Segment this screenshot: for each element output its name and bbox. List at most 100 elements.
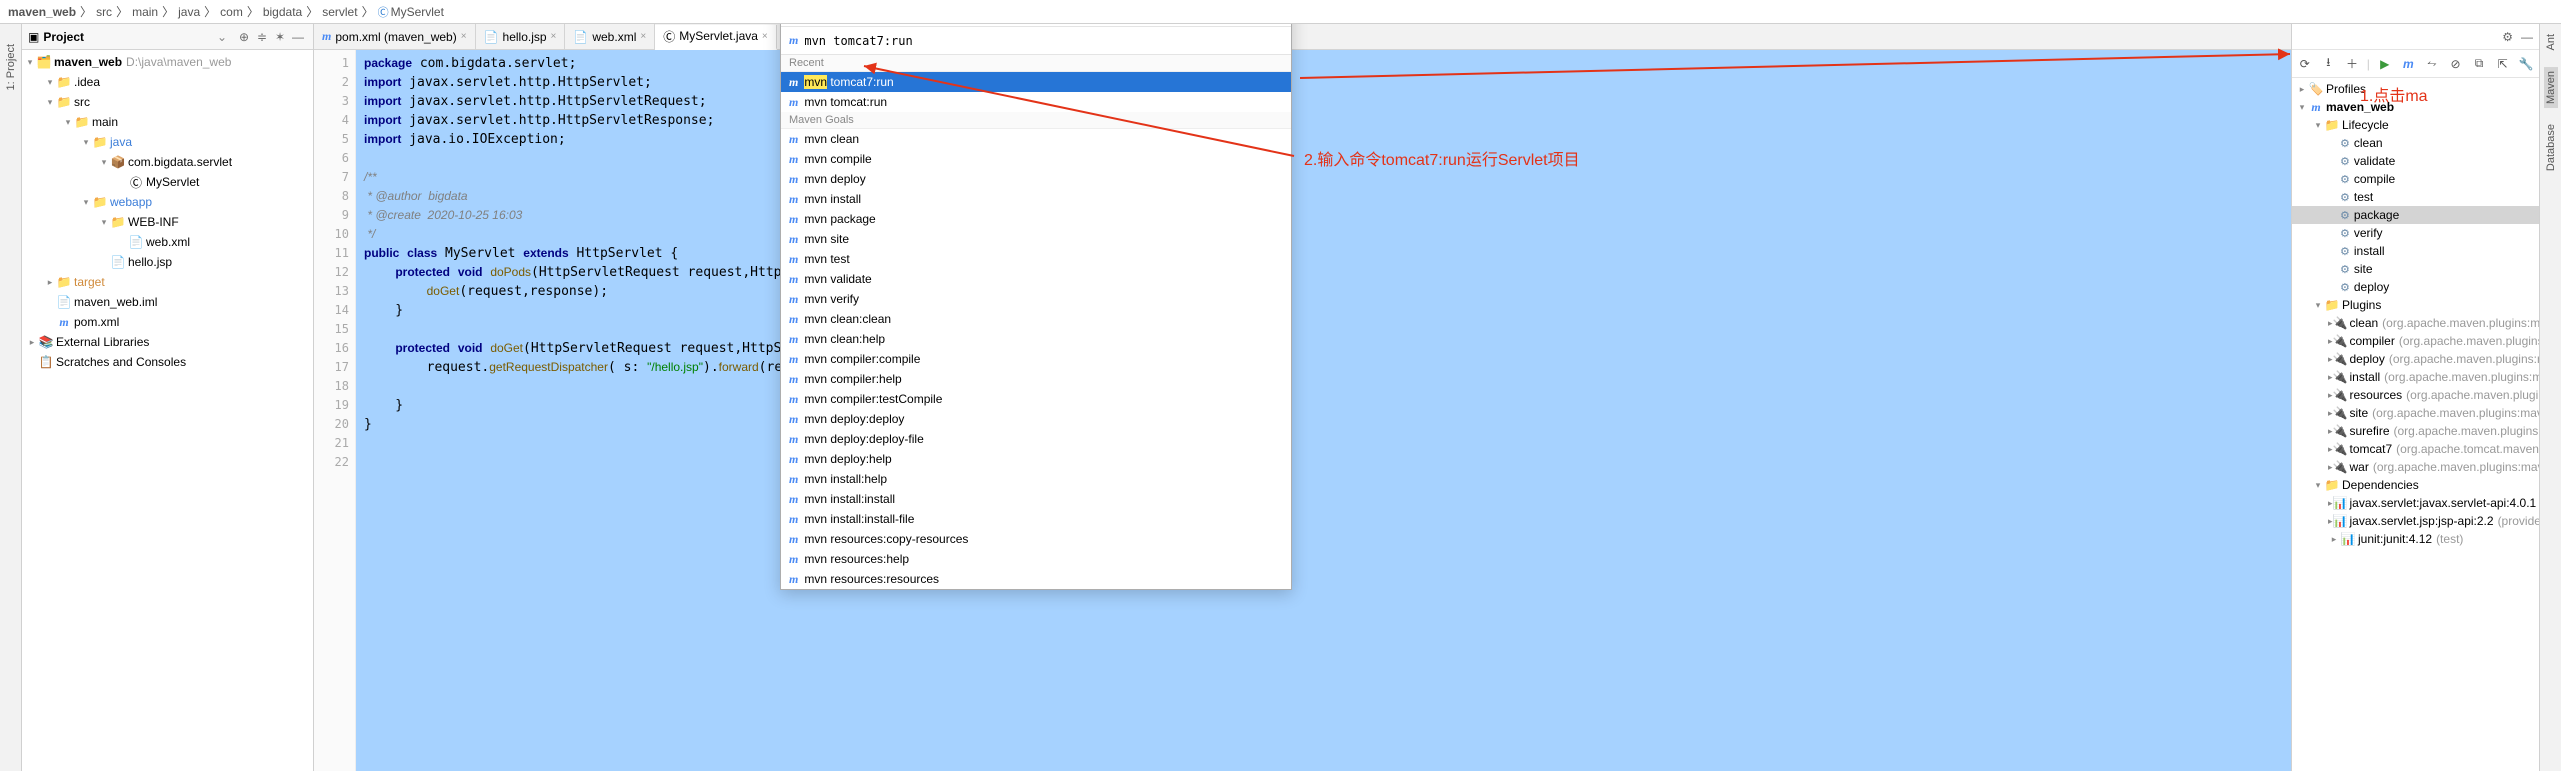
maven-dependency[interactable]: ▸📊junit:junit:4.12(test) — [2292, 530, 2539, 548]
maven-phase[interactable]: test — [2292, 188, 2539, 206]
maven-phase[interactable]: package — [2292, 206, 2539, 224]
rail-database[interactable]: Database — [2545, 124, 2557, 171]
run-item[interactable]: mmvn clean:clean — [781, 309, 1291, 329]
rail-maven[interactable]: Maven — [2544, 67, 2558, 108]
toggle-skip-tests-icon[interactable]: ⊘ — [2447, 55, 2465, 73]
maven-plugin[interactable]: ▸🔌war(org.apache.maven.plugins:maven-war… — [2292, 458, 2539, 476]
run-item[interactable]: mmvn deploy — [781, 169, 1291, 189]
bc-item[interactable]: java — [178, 5, 200, 19]
maven-plugin[interactable]: ▸🔌install(org.apache.maven.plugins:maven… — [2292, 368, 2539, 386]
maven-plugin[interactable]: ▸🔌surefire(org.apache.maven.plugins:mave… — [2292, 422, 2539, 440]
gear-icon[interactable]: ⚙ — [2502, 30, 2513, 44]
run-input-row[interactable]: m mvn tomcat7:run — [781, 27, 1291, 55]
tree-node[interactable]: ▾📁WEB-INF — [22, 212, 313, 232]
project-tree[interactable]: ▾🗂️ maven_web D:\java\maven_web ▾📁.idea▾… — [22, 50, 313, 771]
run-item[interactable]: mmvn install:help — [781, 469, 1291, 489]
maven-phase[interactable]: deploy — [2292, 278, 2539, 296]
close-icon[interactable]: × — [640, 31, 646, 42]
editor-tab[interactable]: 📄hello.jsp× — [476, 24, 566, 49]
reimport-icon[interactable]: ⟳ — [2296, 55, 2314, 73]
close-icon[interactable]: × — [461, 31, 467, 42]
maven-phase[interactable]: verify — [2292, 224, 2539, 242]
hide-icon[interactable]: — — [2521, 30, 2533, 44]
rail-project[interactable]: 1: Project — [5, 44, 17, 90]
run-item[interactable]: mmvn deploy:help — [781, 449, 1291, 469]
bc-item[interactable]: maven_web — [8, 5, 76, 19]
run-item[interactable]: mmvn validate — [781, 269, 1291, 289]
run-item[interactable]: mmvn resources:help — [781, 549, 1291, 569]
maven-phase[interactable]: clean — [2292, 134, 2539, 152]
expand-icon[interactable]: ≑ — [253, 30, 271, 44]
run-suggestions[interactable]: Recentmmvn tomcat7:runmmvn tomcat:runMav… — [781, 55, 1291, 589]
run-input-text[interactable]: mvn tomcat7:run — [804, 34, 1283, 48]
run-item[interactable]: mmvn clean:help — [781, 329, 1291, 349]
maven-plugin[interactable]: ▸🔌tomcat7(org.apache.tomcat.maven:tomcat… — [2292, 440, 2539, 458]
dropdown-icon[interactable]: ⌄ — [217, 30, 227, 44]
run-icon[interactable]: ▶ — [2376, 55, 2394, 73]
close-icon[interactable]: × — [762, 31, 768, 42]
maven-plugin[interactable]: ▸🔌compiler(org.apache.maven.plugins:mave… — [2292, 332, 2539, 350]
maven-node[interactable]: ▸🏷️Profiles — [2292, 80, 2539, 98]
maven-node[interactable]: ▾📁Dependencies — [2292, 476, 2539, 494]
tree-node[interactable]: mpom.xml — [22, 312, 313, 332]
tree-node[interactable]: ▸📁target — [22, 272, 313, 292]
rail-ant[interactable]: Ant — [2545, 34, 2557, 51]
select-opened-icon[interactable]: ⊕ — [235, 30, 253, 44]
bc-item-class[interactable]: MyServlet — [378, 4, 444, 20]
tree-node[interactable]: 📄maven_web.iml — [22, 292, 313, 312]
tree-node[interactable]: ▾📁main — [22, 112, 313, 132]
run-item[interactable]: mmvn verify — [781, 289, 1291, 309]
run-item[interactable]: mmvn deploy:deploy — [781, 409, 1291, 429]
bc-item[interactable]: com — [220, 5, 243, 19]
run-item[interactable]: mmvn clean — [781, 129, 1291, 149]
run-item[interactable]: mmvn resources:resources — [781, 569, 1291, 589]
run-item[interactable]: mmvn compile — [781, 149, 1291, 169]
editor-tab[interactable]: ⒸMyServlet.java× — [655, 25, 777, 50]
tree-node[interactable]: ▾📦com.bigdata.servlet — [22, 152, 313, 172]
maven-phase[interactable]: install — [2292, 242, 2539, 260]
execute-goal-icon[interactable]: m — [2400, 55, 2418, 73]
tree-node[interactable]: ▾📁webapp — [22, 192, 313, 212]
tree-node[interactable]: ▾📁src — [22, 92, 313, 112]
collapse-all-icon[interactable]: ⇱ — [2494, 55, 2512, 73]
add-icon[interactable]: ＋ — [2343, 55, 2361, 73]
tree-node[interactable]: ▾📁.idea — [22, 72, 313, 92]
tree-node[interactable]: 📄hello.jsp — [22, 252, 313, 272]
code-editor[interactable]: package com.bigdata.servlet; import java… — [356, 50, 2291, 771]
maven-node[interactable]: ▾📁Plugins — [2292, 296, 2539, 314]
run-item[interactable]: mmvn install:install-file — [781, 509, 1291, 529]
run-item[interactable]: mmvn package — [781, 209, 1291, 229]
close-icon[interactable]: × — [551, 31, 557, 42]
download-icon[interactable]: ⭳ — [2320, 55, 2338, 73]
run-item[interactable]: mmvn tomcat7:run — [781, 72, 1291, 92]
tree-node[interactable]: ⒸMyServlet — [22, 172, 313, 192]
run-item[interactable]: mmvn tomcat:run — [781, 92, 1291, 112]
collapse-icon[interactable]: ✶ — [271, 30, 289, 44]
run-item[interactable]: mmvn install — [781, 189, 1291, 209]
tree-root[interactable]: ▾🗂️ maven_web D:\java\maven_web — [22, 52, 313, 72]
tree-node[interactable]: ▸📚External Libraries — [22, 332, 313, 352]
run-item[interactable]: mmvn deploy:deploy-file — [781, 429, 1291, 449]
run-item[interactable]: mmvn compiler:compile — [781, 349, 1291, 369]
run-item[interactable]: mmvn site — [781, 229, 1291, 249]
maven-plugin[interactable]: ▸🔌clean(org.apache.maven.plugins:maven-c… — [2292, 314, 2539, 332]
run-item[interactable]: mmvn test — [781, 249, 1291, 269]
maven-dependency[interactable]: ▸📊javax.servlet:javax.servlet-api:4.0.1(… — [2292, 494, 2539, 512]
settings-icon[interactable]: 🔧 — [2517, 55, 2535, 73]
hide-icon[interactable]: — — [289, 30, 307, 44]
bc-item[interactable]: servlet — [322, 5, 357, 19]
maven-plugin[interactable]: ▸🔌deploy(org.apache.maven.plugins:maven-… — [2292, 350, 2539, 368]
maven-plugin[interactable]: ▸🔌site(org.apache.maven.plugins:maven-si… — [2292, 404, 2539, 422]
editor-tab[interactable]: mpom.xml (maven_web)× — [314, 24, 476, 49]
maven-node[interactable]: ▾📁Lifecycle — [2292, 116, 2539, 134]
show-deps-icon[interactable]: ⧉ — [2470, 55, 2488, 73]
maven-node[interactable]: ▾mmaven_web — [2292, 98, 2539, 116]
maven-tree[interactable]: ▸🏷️Profiles▾mmaven_web▾📁Lifecyclecleanva… — [2292, 78, 2539, 771]
run-item[interactable]: mmvn resources:copy-resources — [781, 529, 1291, 549]
toggle-offline-icon[interactable]: ⥊ — [2423, 55, 2441, 73]
run-item[interactable]: mmvn compiler:testCompile — [781, 389, 1291, 409]
maven-dependency[interactable]: ▸📊javax.servlet.jsp:jsp-api:2.2(provided… — [2292, 512, 2539, 530]
run-item[interactable]: mmvn install:install — [781, 489, 1291, 509]
run-item[interactable]: mmvn compiler:help — [781, 369, 1291, 389]
tree-node[interactable]: 📄web.xml — [22, 232, 313, 252]
